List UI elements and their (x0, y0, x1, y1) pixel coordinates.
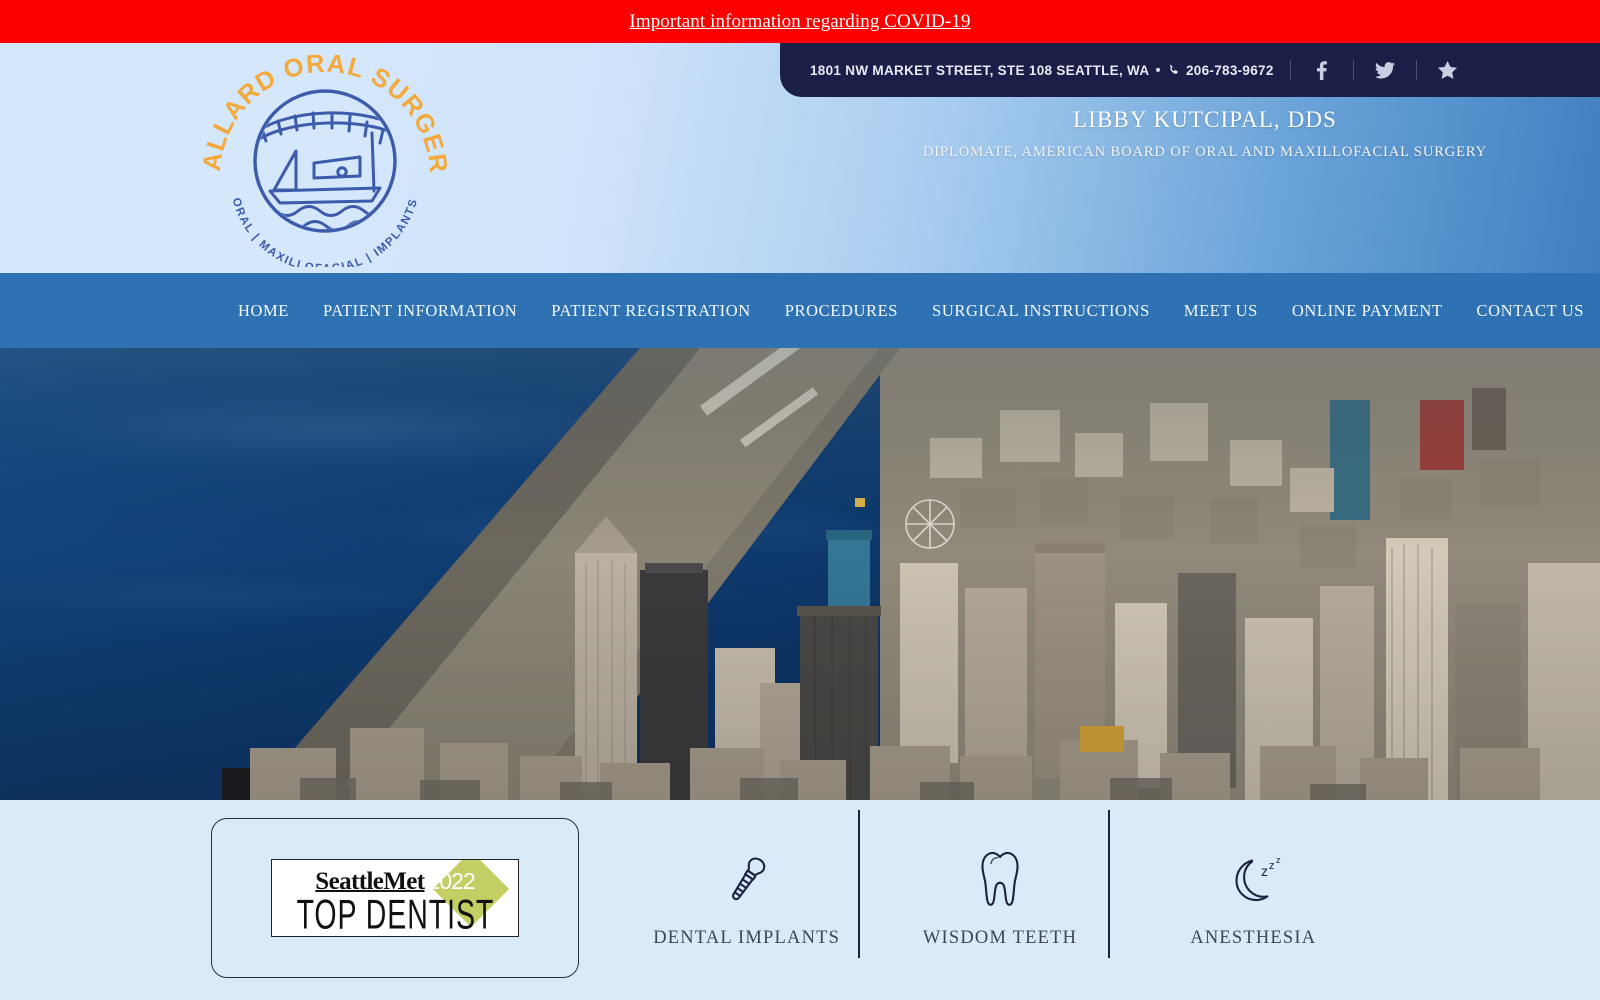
city-skyline (0, 348, 1600, 800)
seattle-aerial-photo (0, 348, 1600, 800)
phone-number[interactable]: 206-783-9672 (1186, 63, 1274, 78)
nav-item-surgical-instructions[interactable]: SURGICAL INSTRUCTIONS (932, 301, 1150, 321)
services-strip: SeattleMet 2022 TOP DENTIST DENTAL IMPLA… (0, 800, 1600, 1000)
nav-item-meet-us[interactable]: MEET US (1184, 301, 1258, 321)
doctor-credentials: DIPLOMATE, AMERICAN BOARD OF ORAL AND MA… (922, 144, 1488, 160)
svg-text:z: z (1261, 863, 1268, 879)
social-links (1307, 58, 1463, 82)
star-review-icon[interactable] (1433, 58, 1463, 82)
moon-sleep-icon: z z z (1222, 846, 1284, 908)
service-label[interactable]: WISDOM TEETH (923, 928, 1077, 949)
service-label[interactable]: ANESTHESIA (1190, 928, 1316, 949)
hero-banner (0, 348, 1600, 800)
svg-text:z: z (1269, 860, 1275, 872)
tooth-icon (978, 846, 1022, 908)
contact-info: 1801 NW MARKET STREET, STE 108 SEATTLE, … (810, 63, 1274, 78)
service-tile-anesthesia[interactable]: z z z ANESTHESIA (1127, 810, 1380, 985)
service-tile-dental-implants[interactable]: DENTAL IMPLANTS (620, 810, 873, 985)
service-tiles: DENTAL IMPLANTS WISDOM TEETH z z z ANEST… (620, 810, 1380, 985)
skyline-graphic (0, 348, 1600, 800)
nav-item-online-payment[interactable]: ONLINE PAYMENT (1292, 301, 1443, 321)
service-label[interactable]: DENTAL IMPLANTS (653, 928, 840, 949)
contact-bar: 1801 NW MARKET STREET, STE 108 SEATTLE, … (780, 43, 1600, 97)
separator-dot: • (1155, 61, 1161, 79)
facebook-icon[interactable] (1307, 58, 1337, 82)
divider (1352, 60, 1354, 80)
divider (1415, 60, 1417, 80)
nav-item-home[interactable]: HOME (238, 301, 289, 321)
logo-graphic: BALLARD ORAL SURGERY ORAL | MAXILLOFACIA… (196, 45, 452, 267)
doctor-name: LIBBY KUTCIPAL, DDS (1073, 107, 1337, 132)
twitter-icon[interactable] (1370, 58, 1400, 82)
badge-title: TOP DENTIST (296, 890, 494, 937)
site-logo[interactable]: BALLARD ORAL SURGERY ORAL | MAXILLOFACIA… (196, 45, 454, 267)
service-tile-wisdom-teeth[interactable]: WISDOM TEETH (873, 810, 1126, 985)
covid-banner: Important information regarding COVID-19 (0, 0, 1600, 43)
nav-item-patient-information[interactable]: PATIENT INFORMATION (323, 301, 517, 321)
doctor-block: LIBBY KUTCIPAL, DDS DIPLOMATE, AMERICAN … (810, 107, 1600, 161)
seattle-met-top-dentist-badge: SeattleMet 2022 TOP DENTIST (271, 859, 519, 937)
main-navigation: HOME PATIENT INFORMATION PATIENT REGISTR… (0, 273, 1600, 348)
award-badge-card[interactable]: SeattleMet 2022 TOP DENTIST (211, 818, 579, 978)
svg-text:z: z (1276, 855, 1281, 865)
nav-item-contact-us[interactable]: CONTACT US (1477, 301, 1585, 321)
covid-info-link[interactable]: Important information regarding COVID-19 (629, 11, 970, 33)
logo-arc-top-text: BALLARD ORAL SURGERY (196, 45, 452, 174)
phone-icon (1167, 64, 1180, 77)
site-header: BALLARD ORAL SURGERY ORAL | MAXILLOFACIA… (0, 43, 1600, 273)
dental-implant-icon (721, 846, 773, 908)
office-address: 1801 NW MARKET STREET, STE 108 SEATTLE, … (810, 62, 1150, 78)
nav-item-patient-registration[interactable]: PATIENT REGISTRATION (551, 301, 750, 321)
divider (1289, 60, 1291, 80)
nav-item-procedures[interactable]: PROCEDURES (785, 301, 898, 321)
